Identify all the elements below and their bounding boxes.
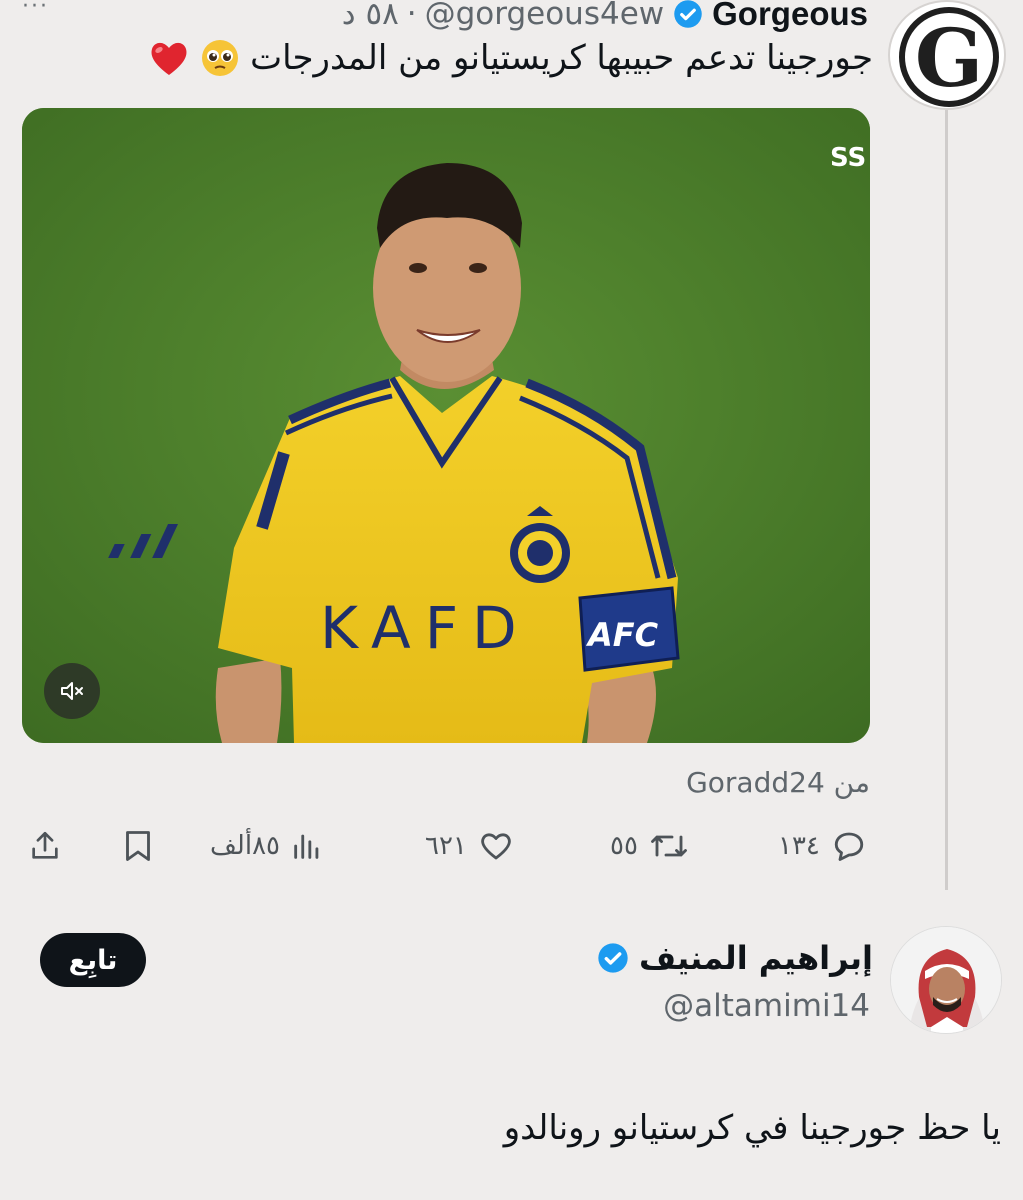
bookmark-icon [126,831,150,861]
thread-line [945,110,948,890]
retweet-icon [651,835,687,857]
tweet-text-content: جورجينا تدعم حبيبها كريستيانو من المدرجا… [250,38,873,78]
reply-user-handle[interactable]: @altamimi14 [663,988,870,1024]
author-handle[interactable]: @gorgeous4ew [425,0,665,32]
avatar-letter: G [915,11,983,105]
reply-text: يا حظ جورجينا في كرستيانو رونالدو [503,1108,1001,1148]
jersey-sponsor: KAFD [320,594,531,662]
like-button[interactable]: ٦٢١ [425,822,515,870]
armband-logo: AFC [585,616,659,654]
reply-user-name-row: إبراهيم المنيف [597,935,873,981]
author-avatar[interactable]: G [888,0,1006,110]
views-count: ٨٥ألف [210,831,280,861]
tweet-video[interactable]: SS KAFD AFC [22,108,870,743]
author-name[interactable]: Gorgeous [712,0,868,33]
media-source[interactable]: من Goradd24 [686,766,870,799]
header-separator: · [406,0,417,32]
red-heart-icon [150,38,190,78]
more-options-icon[interactable]: ··· [22,0,64,22]
channel-logo: SS [830,143,866,173]
heart-icon [481,833,511,860]
views-button[interactable]: ٨٥ألف [210,822,324,870]
reply-user-name[interactable]: إبراهيم المنيف [639,939,873,977]
tweet-header: ٥٨ د · @gorgeous4ew Gorgeous [342,0,868,34]
pleading-face-icon [200,38,240,78]
verified-badge-icon [672,0,704,30]
reply-button[interactable]: ١٣٤ [778,822,868,870]
verified-badge-icon [597,942,629,974]
tweet-time: ٥٨ د [341,0,399,32]
retweets-count: ٥٥ [610,831,638,861]
reply-user-avatar[interactable] [890,926,1002,1034]
speaker-muted-icon[interactable] [44,663,100,719]
tweet-text: جورجينا تدعم حبيبها كريستيانو من المدرجا… [150,38,873,78]
follow-button[interactable]: تابِع [40,933,146,987]
share-icon [32,831,58,859]
comment-icon [834,832,864,861]
views-icon [294,834,319,859]
bookmark-button[interactable] [120,822,156,870]
share-button[interactable] [28,822,62,870]
likes-count: ٦٢١ [425,831,467,861]
replies-count: ١٣٤ [778,831,820,861]
retweet-button[interactable]: ٥٥ [610,822,690,870]
